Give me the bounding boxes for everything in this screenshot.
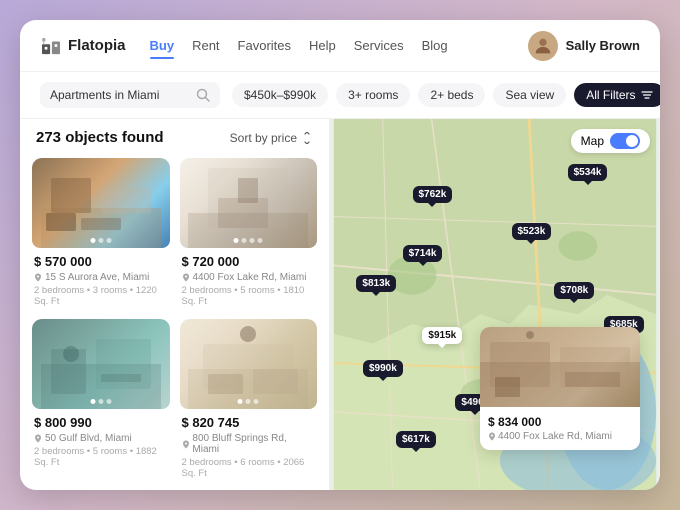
sort-button[interactable]: Sort by price [230, 131, 313, 145]
map-card-price: $ 834 000 [488, 415, 632, 429]
listings-grid: $ 570 000 15 S Aurora Ave, Miami 2 bedro… [20, 152, 329, 490]
filter-rooms[interactable]: 3+ rooms [336, 83, 410, 107]
price-pin[interactable]: $714k [403, 245, 443, 262]
results-header: 273 objects found Sort by price [20, 119, 329, 152]
listing-address: 15 S Aurora Ave, Miami [34, 272, 168, 283]
nav-help[interactable]: Help [309, 34, 336, 57]
user-name: Sally Brown [566, 38, 640, 53]
listing-details: 2 bedrooms • 5 rooms • 1810 Sq. Ft [182, 285, 316, 307]
map-card-address: 4400 Fox Lake Rd, Miami [488, 431, 632, 442]
listing-price: $ 570 000 [34, 254, 168, 269]
listing-image [180, 158, 318, 248]
listing-image [32, 319, 170, 409]
listing-price: $ 720 000 [182, 254, 316, 269]
price-pin[interactable]: $617k [396, 431, 436, 448]
location-icon [182, 440, 190, 449]
map-card-image [480, 327, 640, 407]
room-illustration [41, 319, 161, 409]
map-toggle[interactable]: Map [571, 129, 650, 153]
location-icon [488, 432, 496, 441]
map-card-info: $ 834 000 4400 Fox Lake Rd, Miami [480, 407, 640, 450]
filter-view[interactable]: Sea view [493, 83, 566, 107]
listing-address: 50 Gulf Blvd, Miami [34, 433, 168, 444]
listing-price: $ 820 745 [182, 415, 316, 430]
filter-pills: $450k–$990k 3+ rooms 2+ beds Sea view Al… [232, 83, 660, 107]
logo[interactable]: Flatopia [40, 37, 126, 55]
location-icon [34, 434, 42, 443]
price-pin[interactable]: $990k [363, 360, 403, 377]
listing-address: 800 Bluff Springs Rd, Miami [182, 433, 316, 455]
sort-icon [301, 132, 313, 144]
map-card-room [480, 327, 640, 407]
nav-favorites[interactable]: Favorites [238, 34, 291, 57]
app-container: Flatopia Buy Rent Favorites Help Service… [20, 20, 660, 490]
search-bar: $450k–$990k 3+ rooms 2+ beds Sea view Al… [20, 72, 660, 119]
filter-icon [641, 89, 653, 101]
nav-buy[interactable]: Buy [150, 34, 175, 57]
logo-text: Flatopia [68, 37, 126, 54]
toggle-track [610, 133, 640, 149]
listing-card[interactable]: $ 820 745 800 Bluff Springs Rd, Miami 2 … [180, 319, 318, 480]
price-pin-highlight[interactable]: $915k [422, 327, 462, 344]
search-icon [196, 88, 210, 102]
filter-all[interactable]: All Filters [574, 83, 660, 107]
listing-card[interactable]: $ 800 990 50 Gulf Blvd, Miami 2 bedrooms… [32, 319, 170, 480]
logo-icon [40, 37, 62, 55]
main-nav: Buy Rent Favorites Help Services Blog [150, 34, 528, 57]
room-illustration [188, 319, 308, 409]
listing-details: 2 bedrooms • 5 rooms • 1882 Sq. Ft [34, 446, 168, 468]
price-pin[interactable]: $708k [554, 282, 594, 299]
search-input[interactable] [50, 88, 190, 102]
map-panel[interactable]: Map [330, 119, 660, 490]
main-content: 273 objects found Sort by price [20, 119, 660, 490]
map-popup-card[interactable]: $ 834 000 4400 Fox Lake Rd, Miami [480, 327, 640, 450]
listing-details: 2 bedrooms • 3 rooms • 1220 Sq. Ft [34, 285, 168, 307]
listing-card[interactable]: $ 720 000 4400 Fox Lake Rd, Miami 2 bedr… [180, 158, 318, 309]
location-icon [34, 273, 42, 282]
nav-rent[interactable]: Rent [192, 34, 219, 57]
location-icon [182, 273, 190, 282]
left-panel: 273 objects found Sort by price [20, 119, 330, 490]
nav-blog[interactable]: Blog [422, 34, 448, 57]
filter-beds[interactable]: 2+ beds [418, 83, 485, 107]
listing-address: 4400 Fox Lake Rd, Miami [182, 272, 316, 283]
map-label: Map [581, 134, 604, 148]
price-pin[interactable]: $523k [512, 223, 552, 240]
filter-price[interactable]: $450k–$990k [232, 83, 328, 107]
room-illustration [188, 158, 308, 248]
listing-card[interactable]: $ 570 000 15 S Aurora Ave, Miami 2 bedro… [32, 158, 170, 309]
listing-image [32, 158, 170, 248]
room-illustration [41, 158, 161, 248]
price-pin[interactable]: $534k [568, 164, 608, 181]
price-pin[interactable]: $762k [413, 186, 453, 203]
nav-services[interactable]: Services [354, 34, 404, 57]
listing-price: $ 800 990 [34, 415, 168, 430]
listing-details: 2 bedrooms • 6 rooms • 2066 Sq. Ft [182, 457, 316, 479]
avatar [528, 31, 558, 61]
header: Flatopia Buy Rent Favorites Help Service… [20, 20, 660, 72]
user-area[interactable]: Sally Brown [528, 31, 640, 61]
results-count: 273 objects found [36, 129, 164, 146]
price-pin[interactable]: $813k [356, 275, 396, 292]
toggle-thumb [626, 135, 638, 147]
listing-image [180, 319, 318, 409]
search-input-wrapper[interactable] [40, 82, 220, 108]
